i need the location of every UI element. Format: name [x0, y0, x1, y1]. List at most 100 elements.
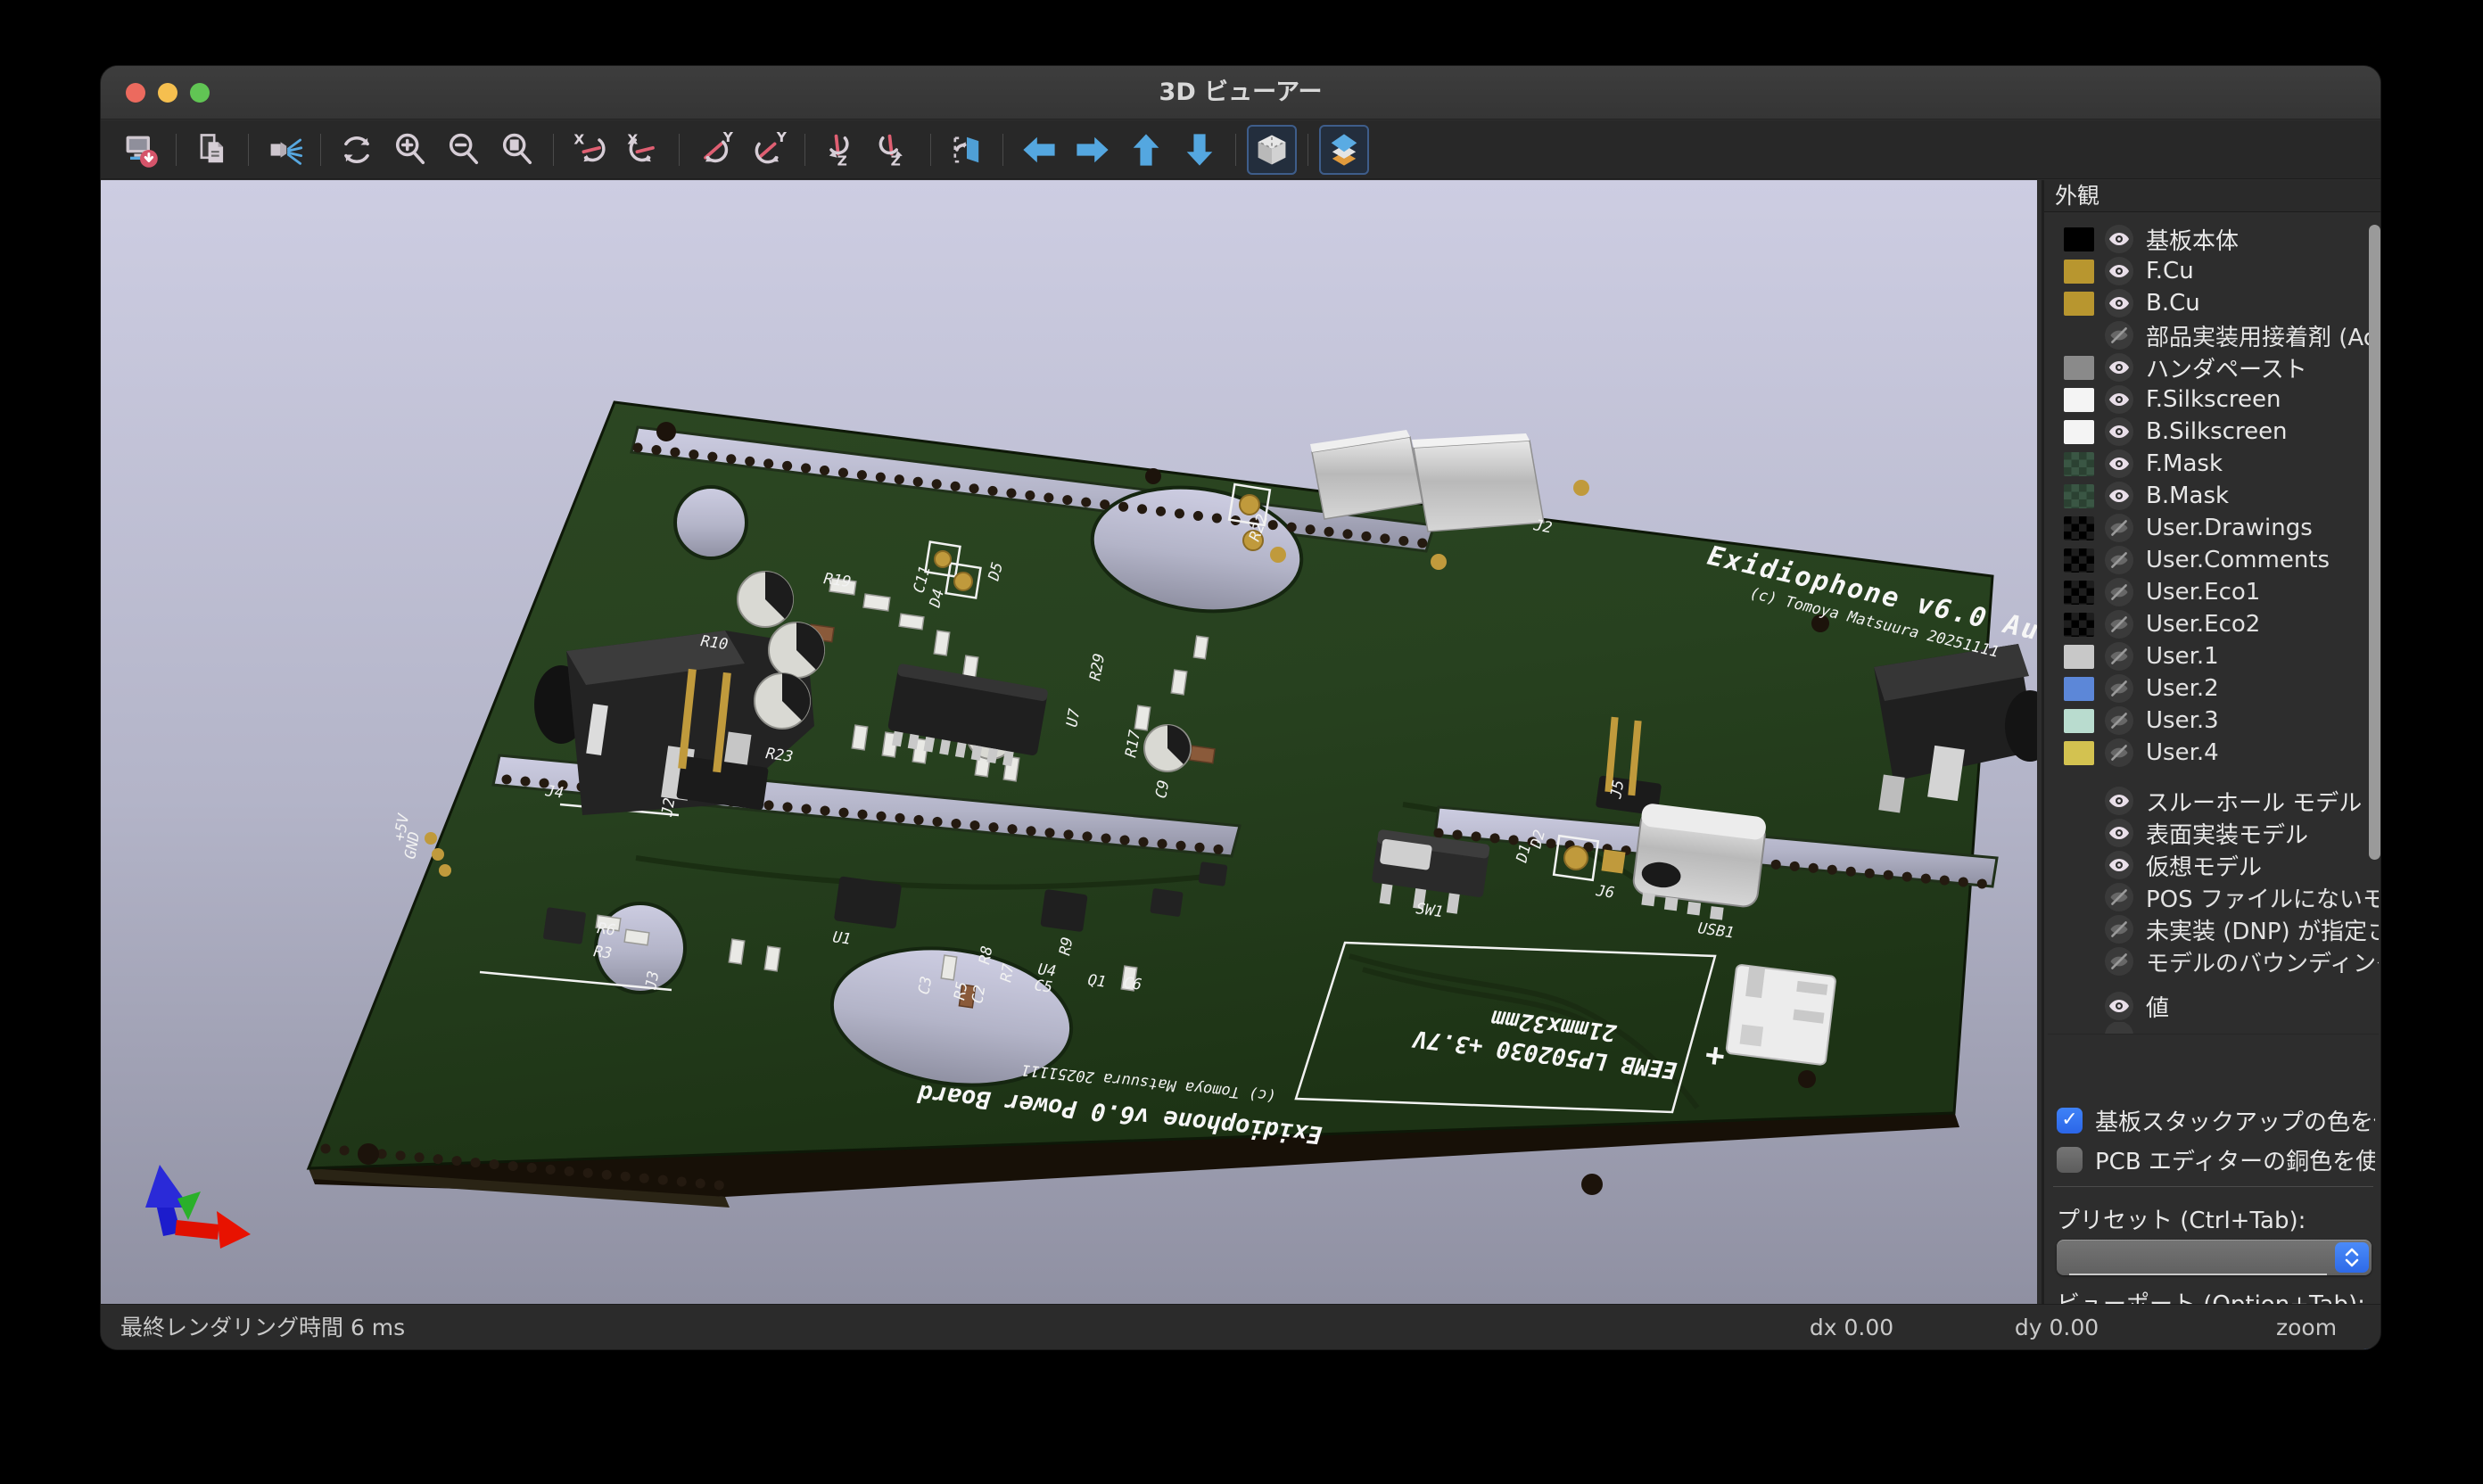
layer-row[interactable]: 部品実装用接着剤 (Adh [2048, 319, 2379, 351]
layer-color-swatch[interactable] [2064, 741, 2094, 765]
visibility-eye-icon[interactable] [2105, 674, 2133, 703]
layer-row[interactable]: スルーホール モデル [2048, 785, 2379, 817]
zoom-to-fit-button[interactable] [492, 125, 542, 175]
layer-row[interactable]: User.Eco2 [2048, 608, 2379, 640]
checkbox-row[interactable]: 基板スタックアップの色を使用 [2057, 1101, 2375, 1140]
layer-color-swatch[interactable] [2064, 292, 2094, 316]
layer-list-scrollbar[interactable] [2369, 223, 2380, 1008]
layer-row[interactable]: ハンダペースト [2048, 351, 2379, 383]
layer-color-swatch[interactable] [2064, 709, 2094, 733]
layer-color-swatch[interactable] [2064, 677, 2094, 701]
layer-row[interactable]: User.Drawings [2048, 512, 2379, 544]
layer-color-swatch[interactable] [2064, 484, 2094, 508]
preset-select[interactable] [2057, 1240, 2372, 1275]
3d-viewport[interactable]: Exidiophone v6.0 Audio Board (c) Tomoya … [101, 180, 2037, 1306]
zoom-in-button[interactable] [385, 125, 435, 175]
visibility-eye-icon[interactable] [2105, 578, 2133, 606]
layer-color-swatch[interactable] [2064, 581, 2094, 605]
visibility-eye-icon[interactable] [2105, 883, 2133, 911]
layer-color-swatch[interactable] [2064, 227, 2094, 251]
layer-color-swatch[interactable] [2064, 548, 2094, 573]
layer-row[interactable]: 基板本体 [2048, 223, 2379, 255]
layer-row[interactable]: F.Mask [2048, 448, 2379, 480]
visibility-eye-icon[interactable] [2105, 482, 2133, 510]
layer-color-swatch[interactable] [2064, 260, 2094, 284]
move-up-button[interactable] [1121, 125, 1171, 175]
layer-row[interactable]: B.Cu [2048, 287, 2379, 319]
visibility-eye-icon[interactable] [2105, 417, 2133, 446]
visibility-eye-icon[interactable] [2105, 787, 2133, 815]
move-right-button[interactable] [1068, 125, 1118, 175]
visibility-eye-icon[interactable] [2105, 915, 2133, 944]
rotate-y-ccw-button[interactable]: Y [744, 125, 794, 175]
layer-row[interactable]: POS ファイルにないモデ [2048, 881, 2379, 913]
visibility-eye-icon[interactable] [2105, 706, 2133, 735]
layer-row[interactable]: 表面実装モデル [2048, 817, 2379, 849]
layer-color-swatch[interactable] [2064, 452, 2094, 476]
visibility-eye-icon[interactable] [2105, 449, 2133, 478]
layer-row[interactable]: F.Cu [2048, 255, 2379, 287]
layer-row[interactable]: User.3 [2048, 705, 2379, 737]
visibility-eye-icon[interactable] [2105, 642, 2133, 671]
layer-row[interactable]: 値 [2048, 990, 2379, 1022]
visibility-eye-icon[interactable] [2105, 992, 2133, 1020]
visibility-eye-icon[interactable] [2105, 514, 2133, 542]
visibility-eye-icon[interactable] [2105, 947, 2133, 976]
layer-row[interactable]: 仮想モデル [2048, 849, 2379, 881]
checkbox[interactable] [2057, 1108, 2083, 1134]
visibility-eye-icon[interactable] [2105, 225, 2133, 253]
visibility-eye-icon[interactable] [2105, 610, 2133, 639]
raytracing-render-button[interactable] [260, 125, 309, 175]
layer-row[interactable]: User.2 [2048, 672, 2379, 705]
layer-label: B.Cu [2146, 290, 2200, 317]
layer-row[interactable]: B.Mask [2048, 480, 2379, 512]
layer-row[interactable]: User.Comments [2048, 544, 2379, 576]
rotate-z-ccw-button[interactable]: Z [870, 125, 920, 175]
layer-row[interactable]: B.Silkscreen [2048, 416, 2379, 448]
orthographic-projection-toggle[interactable] [1247, 125, 1297, 175]
layer-color-swatch[interactable] [2064, 420, 2094, 444]
layer-row[interactable]: User.4 [2048, 737, 2379, 769]
layer-color-swatch[interactable] [2064, 388, 2094, 412]
rotate-y-cw-button[interactable]: Y [690, 125, 740, 175]
copy-button[interactable] [187, 125, 237, 175]
layer-color-swatch[interactable] [2064, 516, 2094, 540]
layer-color-swatch[interactable] [2064, 645, 2094, 669]
visibility-eye-icon[interactable] [2105, 321, 2133, 350]
layer-row-partial[interactable] [2048, 1022, 2379, 1035]
export-image-button[interactable] [115, 125, 165, 175]
scrollbar-thumb[interactable] [2369, 225, 2380, 860]
checkbox[interactable] [2057, 1147, 2083, 1173]
zoom-out-button[interactable] [439, 125, 489, 175]
visibility-eye-icon[interactable] [2105, 546, 2133, 574]
visibility-eye-icon[interactable] [2105, 819, 2133, 847]
layer-row[interactable]: 未実装 (DNP) が指定さ [2048, 913, 2379, 945]
title-bar[interactable]: 3D ビューアー [101, 66, 2380, 120]
checkbox-row[interactable]: PCB エディターの銅色を使用 [2057, 1140, 2375, 1179]
visibility-eye-icon[interactable] [2105, 385, 2133, 414]
visibility-eye-icon[interactable] [2105, 353, 2133, 382]
rotate-x-ccw-button[interactable]: X [618, 125, 668, 175]
layer-row[interactable]: モデルのバウンディング [2048, 945, 2379, 977]
layer-row[interactable]: F.Silkscreen [2048, 383, 2379, 416]
move-down-button[interactable] [1175, 125, 1225, 175]
layer-color-swatch[interactable] [2064, 613, 2094, 637]
visibility-eye-icon[interactable] [2105, 289, 2133, 317]
layer-row[interactable]: User.Eco1 [2048, 576, 2379, 608]
move-left-button[interactable] [1014, 125, 1064, 175]
redraw-button[interactable] [332, 125, 382, 175]
raytracing-render-icon [265, 130, 304, 169]
layer-color-swatch[interactable] [2064, 356, 2094, 380]
appearance-manager-toggle[interactable] [1319, 125, 1369, 175]
visibility-eye-icon[interactable] [2105, 738, 2133, 767]
toolbar-separator [804, 134, 805, 166]
visibility-eye-icon[interactable] [2105, 257, 2133, 285]
flip-board-button[interactable] [942, 125, 992, 175]
visibility-eye-icon[interactable] [2105, 851, 2133, 879]
visibility-eye-icon[interactable] [2105, 1022, 2133, 1035]
stepper-icon[interactable] [2335, 1242, 2369, 1273]
layer-list[interactable]: 基板本体 F.Cu B.Cu 部品実装用接着剤 (Adh ハンダペースト [2048, 216, 2379, 1035]
rotate-z-cw-button[interactable]: Z [816, 125, 866, 175]
layer-row[interactable]: User.1 [2048, 640, 2379, 672]
rotate-x-cw-button[interactable]: X [565, 125, 615, 175]
